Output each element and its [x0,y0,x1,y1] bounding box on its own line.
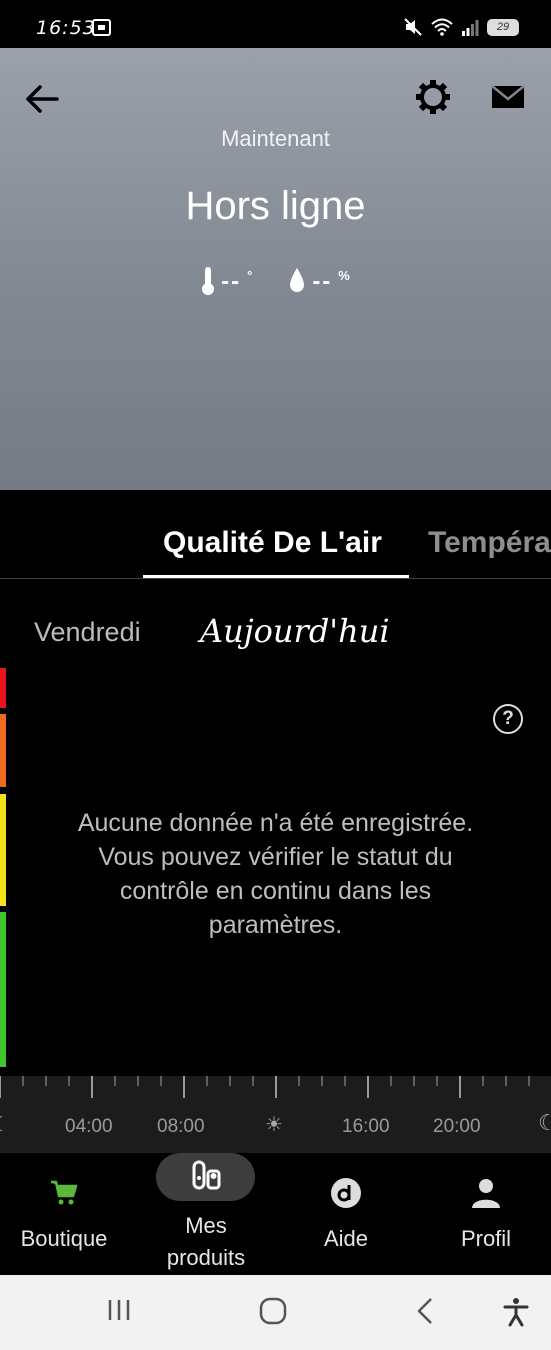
timeline-label-0400: 04:00 [65,1116,113,1137]
thermometer-icon [202,267,215,295]
timeline-label-2000: 20:00 [433,1116,481,1137]
help-d-icon [331,1178,361,1208]
gear-icon[interactable] [414,78,452,116]
wifi-icon [431,18,453,36]
day-previous[interactable]: Vendredi [34,617,141,648]
current-status-panel: Maintenant Hors ligne -- ° -- % [0,48,551,490]
nav-label: Profil [460,1226,512,1251]
metric-tabs: Qualité De L'air Tempéra [0,490,551,579]
mail-icon[interactable] [490,84,526,110]
products-icon [192,1160,221,1190]
screenshot-icon [92,19,111,36]
nav-label: Aide [323,1226,369,1251]
nav-boutique[interactable]: Boutique [8,1153,120,1252]
status-bar: 16:53 29 [0,0,551,48]
humidity-unit: % [338,268,350,283]
nav-aide[interactable]: Aide [296,1153,396,1252]
humidity-value: -- [312,268,333,295]
scale-segment-good [0,912,6,1067]
mute-icon [404,18,422,36]
nav-label: Mes produits [166,1213,246,1270]
system-navigation-bar [0,1275,551,1350]
water-drop-icon [290,268,305,292]
tab-air-quality[interactable]: Qualité De L'air [163,526,382,560]
nav-mes-produits[interactable]: Mes produits [153,1153,259,1274]
scale-segment-bad [0,668,6,708]
tab-temperature[interactable]: Tempéra [428,526,551,560]
temperature-value: -- [221,268,242,295]
active-tab-indicator [143,575,409,578]
timeline-label-0800: 08:00 [157,1116,205,1137]
hero-subtitle: Maintenant [221,126,330,151]
day-current[interactable]: Aujourd'hui [200,612,390,650]
sun-icon: ☀ [265,1114,283,1136]
connection-status: Hors ligne [185,184,366,228]
person-icon [472,1179,500,1208]
moon-icon: ☾ [0,1114,10,1136]
accessibility-icon[interactable] [502,1297,530,1327]
nav-profil[interactable]: Profil [436,1153,536,1252]
recent-apps-icon[interactable] [106,1297,132,1323]
question-icon[interactable]: ? [493,704,523,734]
cart-icon [51,1180,78,1205]
battery-indicator: 29 [487,18,519,36]
timeline-label-1600: 16:00 [342,1116,390,1137]
empty-state-message: Aucune donnée n'a été enregistrée. Vous … [77,809,474,939]
temperature-reading: -- ° [201,266,252,298]
timeline-ticks [0,1076,530,1098]
scale-segment-poor [0,714,6,787]
nav-label: Boutique [20,1226,108,1251]
timeline[interactable]: ☾ 04:00 08:00 ☀ 16:00 20:00 ☾ [0,1076,551,1153]
status-icons: 29 [403,17,519,37]
temperature-unit: ° [247,268,253,283]
day-selector: Vendredi Aujourd'hui [0,612,551,656]
signal-icon [462,19,479,36]
sensor-readings: -- ° -- % [0,266,551,298]
scale-segment-fair [0,794,6,906]
bottom-navigation: Boutique Mes produits Aide Profil [0,1153,551,1275]
moon-icon: ☾ [538,1110,551,1135]
home-icon[interactable] [259,1297,287,1325]
status-time: 16:53 [36,17,96,39]
humidity-reading: -- % [288,266,350,298]
back-arrow-icon[interactable] [24,84,60,114]
back-icon[interactable] [415,1297,435,1325]
